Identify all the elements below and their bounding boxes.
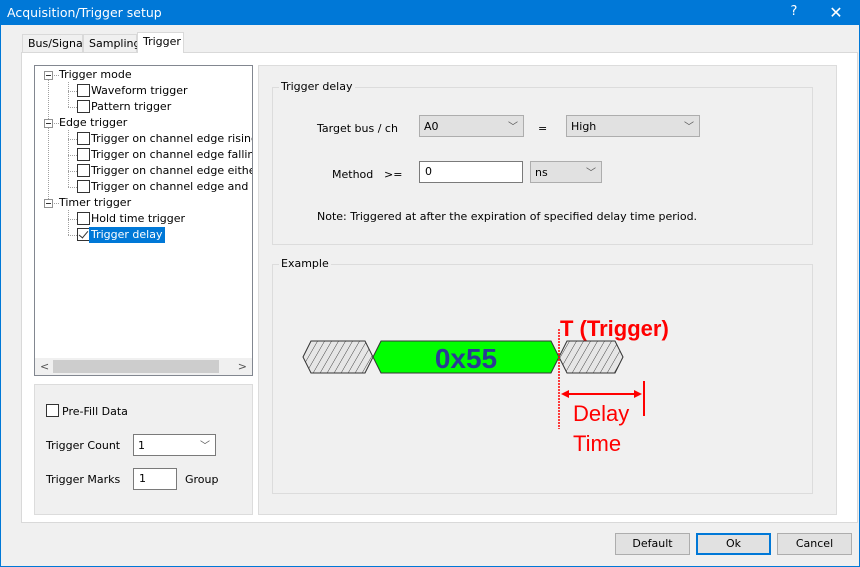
chevron-down-icon: ﹀: [684, 122, 694, 133]
delay-value-input[interactable]: 0: [419, 161, 523, 183]
arrowhead-right-icon: [634, 390, 642, 398]
trigger-label: T (Trigger): [560, 316, 669, 341]
chevron-down-icon: ﹀: [586, 168, 596, 179]
trigger-tree: Trigger mode Waveform trigger Pattern tr…: [34, 65, 253, 376]
trigger-marks-label: Trigger Marks: [46, 473, 121, 486]
trigger-count-label: Trigger Count: [46, 439, 121, 452]
tree-line: [68, 91, 77, 92]
scroll-right-icon[interactable]: >: [238, 360, 247, 373]
trigger-marks-value: 1: [139, 472, 146, 485]
tree-item-waveform-trigger[interactable]: Waveform trigger: [91, 83, 187, 99]
window-title: Acquisition/Trigger setup: [7, 5, 162, 20]
level-select[interactable]: High ﹀: [566, 115, 700, 137]
scroll-left-icon[interactable]: <: [40, 360, 49, 373]
level-value: High: [571, 120, 597, 133]
tree-line: [68, 171, 77, 172]
tree-item-edge-either[interactable]: Trigger on channel edge either: [91, 163, 252, 179]
cancel-button[interactable]: Cancel: [777, 533, 852, 555]
target-bus-value: A0: [424, 120, 439, 133]
time-label: Time: [573, 431, 621, 456]
tree-item-pattern-trigger[interactable]: Pattern trigger: [91, 99, 171, 115]
chevron-down-icon: ﹀: [200, 441, 210, 452]
tree-group-trigger-mode[interactable]: Trigger mode: [59, 67, 132, 83]
scrollbar-thumb[interactable]: [53, 360, 219, 373]
ok-button[interactable]: Ok: [696, 533, 771, 555]
checkbox-edge-either[interactable]: [77, 164, 90, 177]
collapse-icon[interactable]: [44, 71, 53, 80]
tree-line: [68, 210, 69, 235]
tree-line: [68, 107, 77, 108]
trigger-count-value: 1: [138, 439, 145, 452]
collapse-icon[interactable]: [44, 199, 53, 208]
prefill-data-label[interactable]: Pre-Fill Data: [62, 405, 128, 418]
unit-select[interactable]: ns ﹀: [530, 161, 602, 183]
trigger-options-group: Pre-Fill Data Trigger Count 1 ﹀ Trigger …: [34, 384, 253, 515]
prefill-data-checkbox[interactable]: [46, 404, 59, 417]
trigger-delay-group: Trigger delay Target bus / ch A0 ﹀ = Hig…: [272, 80, 813, 245]
tree-item-hold-time-trigger[interactable]: Hold time trigger: [91, 211, 185, 227]
dialog-window: Acquisition/Trigger setup ? ✕ Bus/Signal…: [0, 0, 860, 567]
unit-value: ns: [535, 166, 548, 179]
example-group: Example 0x55 T (Trigger) Delay Time: [272, 257, 813, 494]
checkbox-edge-rising[interactable]: [77, 132, 90, 145]
hatched-segment-left: [302, 340, 374, 374]
tree-group-timer-trigger[interactable]: Timer trigger: [59, 195, 131, 211]
tree-line: [68, 139, 77, 140]
note-text: Note: Triggered at after the expiration …: [317, 210, 698, 223]
tree-line: [68, 235, 77, 236]
arrowhead-left-icon: [561, 390, 569, 398]
tree-line: [48, 79, 49, 207]
group-label: Group: [185, 473, 219, 486]
timing-diagram: 0x55 T (Trigger) Delay Time: [302, 316, 669, 456]
checkbox-hold-time-trigger[interactable]: [77, 212, 90, 225]
checkbox-edge-and-pattern[interactable]: [77, 180, 90, 193]
trigger-delay-legend: Trigger delay: [279, 80, 355, 93]
delay-value: 0: [425, 165, 432, 178]
hatched-segment-right: [558, 340, 624, 374]
tree-line: [68, 82, 69, 107]
checkbox-waveform-trigger[interactable]: [77, 84, 90, 97]
default-button[interactable]: Default: [615, 533, 690, 555]
tree-line: [68, 219, 77, 220]
collapse-icon[interactable]: [44, 119, 53, 128]
title-bar: Acquisition/Trigger setup ? ✕: [1, 1, 859, 25]
checkbox-pattern-trigger[interactable]: [77, 100, 90, 113]
trigger-count-select[interactable]: 1 ﹀: [133, 434, 216, 456]
target-bus-label: Target bus / ch: [317, 122, 398, 135]
delay-label: Delay: [573, 401, 629, 426]
tree-item-trigger-delay[interactable]: Trigger delay: [89, 227, 165, 243]
tree-group-edge-trigger[interactable]: Edge trigger: [59, 115, 127, 131]
example-legend: Example: [279, 257, 331, 270]
tab-trigger[interactable]: Trigger: [137, 32, 184, 53]
horizontal-scrollbar[interactable]: < >: [35, 358, 252, 375]
equals-sign: =: [538, 122, 548, 135]
trigger-settings-panel: Trigger delay Target bus / ch A0 ﹀ = Hig…: [258, 65, 837, 515]
tab-sampling[interactable]: Sampling: [83, 34, 141, 52]
trigger-marks-input[interactable]: 1: [133, 468, 177, 490]
method-label: Method: [332, 168, 374, 181]
data-value-label: 0x55: [435, 343, 497, 374]
tree-line: [68, 187, 77, 188]
tab-bus-signal[interactable]: Bus/Signal: [22, 34, 86, 52]
operator-label: >=: [384, 168, 403, 181]
tree-item-edge-falling[interactable]: Trigger on channel edge falling: [91, 147, 252, 163]
tree-item-edge-rising[interactable]: Trigger on channel edge rising: [91, 131, 252, 147]
close-icon[interactable]: ✕: [827, 3, 845, 22]
tree-line: [68, 155, 77, 156]
help-icon[interactable]: ?: [787, 4, 801, 19]
checkbox-edge-falling[interactable]: [77, 148, 90, 161]
target-bus-select[interactable]: A0 ﹀: [419, 115, 524, 137]
tree-item-edge-and-pattern[interactable]: Trigger on channel edge and patt: [91, 179, 252, 195]
chevron-down-icon: ﹀: [508, 122, 518, 133]
